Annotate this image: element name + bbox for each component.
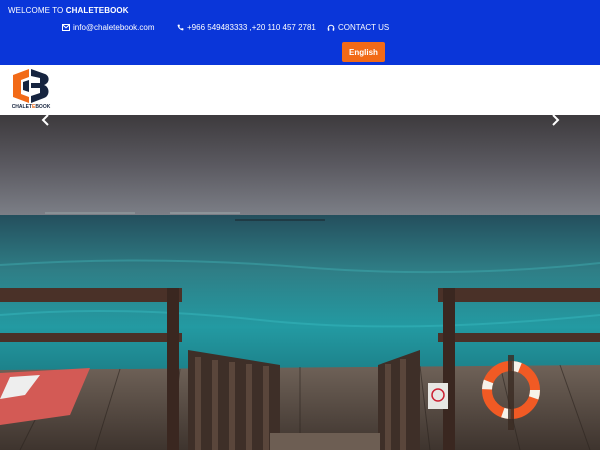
welcome-brand: CHALETEBOOK [65, 6, 129, 15]
chevron-left-icon [41, 113, 50, 131]
welcome-prefix: WELCOME TO [8, 6, 64, 15]
slider-prev-button[interactable] [37, 113, 53, 131]
phone-link[interactable]: +966 549483333 ,+20 110 457 2781 [176, 23, 316, 32]
welcome-text: WELCOME TO CHALETEBOOK [8, 6, 129, 15]
phone-text: +966 549483333 ,+20 110 457 2781 [187, 23, 316, 32]
site-header [0, 65, 600, 115]
language-button[interactable]: English [342, 42, 385, 62]
slider-next-button[interactable] [547, 113, 563, 131]
contact-us-text: CONTACT US [338, 23, 390, 32]
headset-icon [327, 24, 335, 32]
email-link[interactable]: info@chaletebook.com [62, 23, 155, 32]
logo-wordmark: CHALETEBOOK [9, 104, 53, 110]
hero-image [0, 115, 600, 450]
hero-slider [0, 115, 600, 450]
envelope-icon [62, 24, 70, 32]
phone-icon [176, 24, 184, 32]
logo-text-main: CHALET [11, 104, 32, 110]
email-text: info@chaletebook.com [73, 23, 155, 32]
logo-text-end: BOOK [35, 104, 51, 110]
contact-us-link[interactable]: CONTACT US [327, 23, 389, 32]
chevron-right-icon [551, 113, 560, 131]
top-bar: WELCOME TO CHALETEBOOK info@chaletebook.… [0, 0, 600, 65]
